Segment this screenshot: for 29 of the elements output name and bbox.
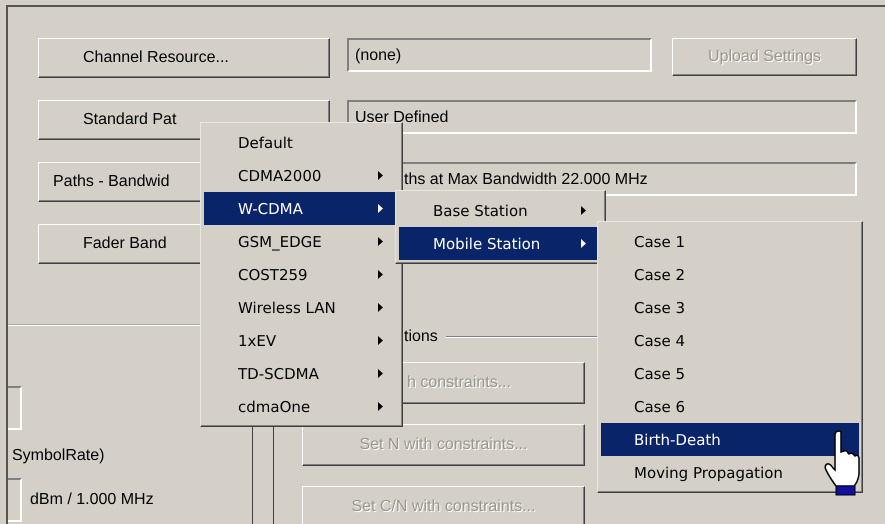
- submenu-arrow-icon: [378, 237, 383, 246]
- submenu-arrow-icon: [378, 270, 383, 279]
- menu-item[interactable]: Case 2: [601, 258, 859, 291]
- submenu-arrow-icon: [378, 171, 383, 180]
- submenu-arrow-icon: [581, 206, 586, 215]
- menu-item[interactable]: Birth-Death: [601, 423, 859, 456]
- menu-item[interactable]: 1xEV: [204, 324, 399, 357]
- menu-item[interactable]: Case 4: [601, 324, 859, 357]
- group-title: tions: [404, 328, 438, 346]
- unit-label: dBm / 1.000 MHz: [30, 491, 154, 509]
- menu-item[interactable]: Case 6: [601, 390, 859, 423]
- menu-item[interactable]: Base Station: [399, 194, 602, 227]
- menu-item[interactable]: Wireless LAN: [204, 291, 399, 324]
- submenu-arrow-icon: [378, 204, 383, 213]
- submenu-arrow-icon: [581, 239, 586, 248]
- menu-item[interactable]: Case 3: [601, 291, 859, 324]
- input-field[interactable]: [8, 478, 22, 522]
- menu-item[interactable]: Case 1: [601, 225, 859, 258]
- dialog-button[interactable]: Channel Resource...: [38, 38, 330, 78]
- submenu-arrow-icon: [378, 336, 383, 345]
- hand-cursor-icon: [824, 430, 862, 496]
- submenu-arrow-icon: [378, 402, 383, 411]
- input-field[interactable]: [8, 386, 22, 430]
- text-field[interactable]: User Defined: [347, 100, 857, 134]
- submenu-arrow-icon: [378, 303, 383, 312]
- submenu-arrow-icon: [378, 369, 383, 378]
- field-label: SymbolRate): [12, 447, 104, 465]
- text-field[interactable]: (none): [347, 38, 652, 72]
- menu-item[interactable]: Case 5: [601, 357, 859, 390]
